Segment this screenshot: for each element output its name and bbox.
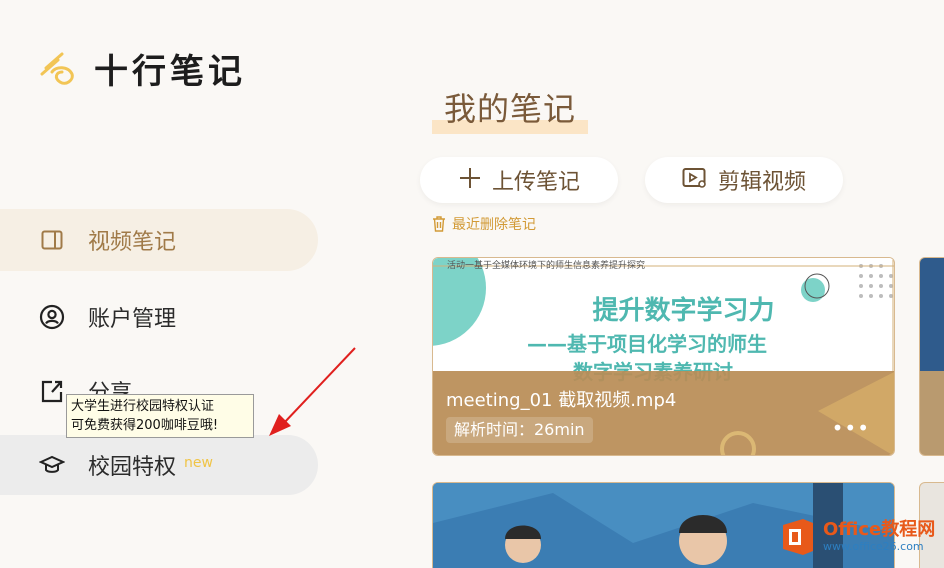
note-card-partial[interactable] bbox=[919, 257, 944, 456]
upload-notes-button[interactable]: 上传笔记 bbox=[420, 157, 618, 203]
upload-label: 上传笔记 bbox=[491, 170, 580, 195]
annotation-arrow-icon bbox=[269, 347, 356, 436]
watermark: Office教程网 www.office26.com bbox=[779, 517, 935, 557]
parse-time: 解析时间：26min bbox=[446, 417, 593, 443]
trash-icon bbox=[433, 216, 445, 232]
sidebar-panel-icon bbox=[38, 226, 66, 254]
recent-deleted-label: 最近删除笔记 bbox=[452, 217, 536, 233]
thumbnail-caption: 活动一基于全媒体环境下的师生信息素养提升探究 bbox=[447, 261, 646, 271]
share-icon bbox=[38, 377, 66, 405]
new-badge: new bbox=[184, 455, 213, 471]
watermark-url: www.office26.com bbox=[823, 540, 924, 553]
tooltip-line: 大学生进行校园特权认证 bbox=[71, 399, 215, 414]
card-title: meeting_01 截取视频.mp4 bbox=[446, 390, 677, 411]
sidebar-item-label: 账户管理 bbox=[88, 307, 177, 332]
watermark-title: Office教程网 bbox=[823, 519, 936, 540]
app-logo: 十行笔记 bbox=[38, 44, 246, 93]
thumbnail-image bbox=[920, 258, 944, 371]
office-logo-icon bbox=[783, 519, 813, 555]
app-name: 十行笔记 bbox=[94, 52, 246, 92]
page-title: 我的笔记 bbox=[432, 84, 589, 134]
overlay-decoration bbox=[720, 372, 894, 455]
plus-icon bbox=[458, 166, 482, 194]
sidebar-item-label: 校园特权 bbox=[88, 455, 177, 480]
edit-video-button[interactable]: 剪辑视频 bbox=[645, 157, 843, 203]
recent-deleted-link[interactable]: 最近删除笔记 bbox=[432, 214, 536, 234]
thumbnail-title: 提升数字学习力 bbox=[592, 296, 775, 326]
sidebar-item-video-notes[interactable]: 视频笔记 bbox=[0, 209, 318, 271]
video-edit-icon bbox=[682, 167, 708, 193]
thumbnail-subtitle: ——基于项目化学习的师生 bbox=[527, 332, 767, 356]
sidebar-item-label: 视频笔记 bbox=[88, 230, 177, 255]
user-circle-icon bbox=[38, 303, 66, 331]
edit-video-label: 剪辑视频 bbox=[717, 170, 806, 195]
sidebar-item-campus[interactable]: 校园特权 new bbox=[0, 435, 318, 495]
more-options-button[interactable]: ••• bbox=[832, 416, 870, 440]
campus-tooltip: 大学生进行校园特权认证 可免费获得200咖啡豆哦! bbox=[66, 394, 254, 438]
graduation-cap-icon bbox=[38, 451, 66, 479]
note-card[interactable]: 活动一基于全媒体环境下的师生信息素养提升探究 提升数字学习力 ——基于项目化学习… bbox=[432, 257, 895, 456]
logo-icon bbox=[40, 52, 74, 85]
tooltip-line: 可免费获得200咖啡豆哦! bbox=[71, 418, 219, 433]
sidebar-item-account[interactable]: 账户管理 bbox=[0, 286, 318, 348]
